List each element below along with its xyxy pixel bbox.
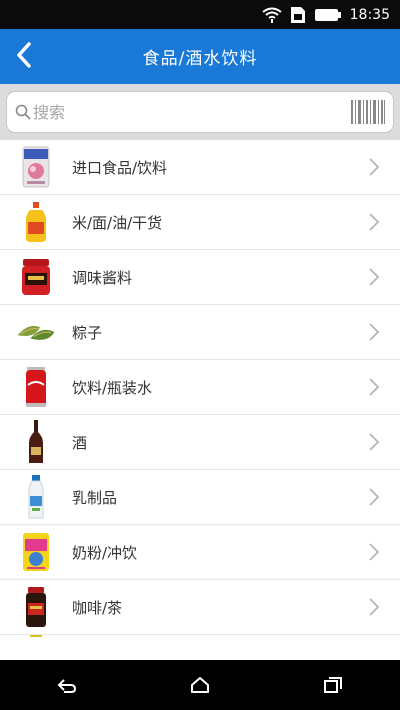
chevron-right-icon [368,212,380,236]
list-item-label: 奶粉/冲饮 [72,543,138,562]
chevron-right-icon [368,377,380,401]
list-item-label: 粽子 [72,323,103,342]
soda-can-icon [16,363,56,411]
search-icon [15,104,31,120]
chevron-right-icon [368,487,380,511]
status-bar: 18:35 [0,0,400,29]
chevron-right-icon [368,542,380,566]
chevron-right-icon [368,267,380,291]
oil-bottle-icon [16,198,56,246]
status-time: 18:35 [349,6,390,23]
list-item-label: 乳制品 [72,488,118,507]
list-item[interactable]: 调味酱料 [0,250,400,305]
milk-bottle-icon [16,473,56,521]
chevron-right-icon [368,157,380,181]
list-item[interactable]: 乳制品 [0,470,400,525]
back-nav-icon[interactable] [47,665,87,705]
list-item[interactable]: 咖啡/茶 [0,580,400,635]
list-item-label: 饮料/瓶装水 [72,378,153,397]
list-item[interactable]: 米/面/油/干货 [0,195,400,250]
chevron-right-icon [368,597,380,621]
barcode-scan-icon[interactable] [351,100,385,124]
list-item-label: 调味酱料 [72,268,133,287]
wifi-icon [262,7,282,23]
system-nav-bar [0,660,400,710]
battery-icon [314,8,342,22]
milk-powder-icon [16,528,56,576]
wine-bottle-icon [16,418,56,466]
sim-card-icon [290,6,306,24]
header-bar: 食品/酒水饮料 [0,29,400,84]
list-item-label: 酒 [72,433,88,452]
back-button[interactable] [4,29,44,84]
list-item-label: 咖啡/茶 [72,598,123,617]
chevron-left-icon [16,41,32,72]
list-item[interactable]: 粽子 [0,305,400,360]
home-nav-icon[interactable] [180,665,220,705]
screen: 18:35 食品/酒水饮料 搜索 进口食品/饮料 米/面/油/干货 调味酱料 粽… [0,0,400,710]
list-item-label: 进口食品/饮料 [72,158,168,177]
coffee-jar-icon [16,583,56,631]
chevron-right-icon [368,322,380,346]
recents-nav-icon[interactable] [313,665,353,705]
category-list: 进口食品/饮料 米/面/油/干货 调味酱料 粽子 饮料/瓶装水 酒 乳制品 奶粉… [0,140,400,659]
imported-food-icon [16,143,56,191]
chevron-right-icon [368,432,380,456]
search-box[interactable] [6,91,394,133]
search-input[interactable] [33,102,345,122]
list-item[interactable]: 进口食品/饮料 [0,140,400,195]
search-area [0,84,400,140]
product-thumbnail-icon [16,635,56,659]
zongzi-icon [16,308,56,356]
sauce-jar-icon [16,253,56,301]
list-item[interactable]: 奶粉/冲饮 [0,525,400,580]
list-item[interactable]: 酒 [0,415,400,470]
list-item[interactable]: 饮料/瓶装水 [0,360,400,415]
page-title: 食品/酒水饮料 [142,49,258,69]
list-item-partial[interactable] [0,635,400,659]
list-item-label: 米/面/油/干货 [72,213,163,232]
